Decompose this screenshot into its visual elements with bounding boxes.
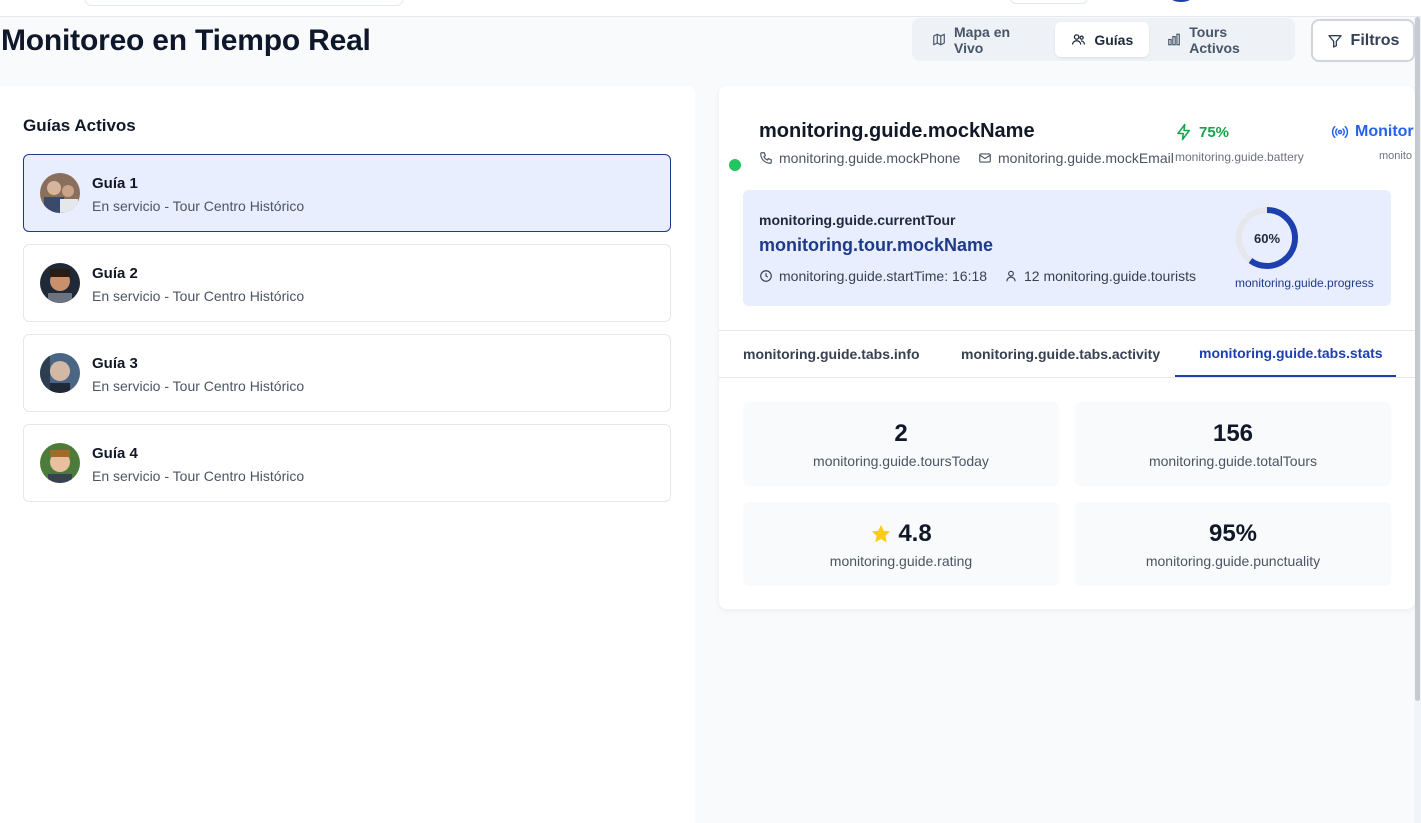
filters-label: Filtros	[1350, 31, 1400, 49]
filter-icon	[1327, 34, 1342, 48]
avatar	[40, 173, 80, 213]
guide-status: En servicio - Tour Centro Histórico	[92, 198, 305, 214]
online-status-dot	[729, 159, 741, 171]
monitor-indicator: Monitor	[1331, 123, 1414, 141]
monitor-value: Monitor	[1355, 123, 1414, 140]
avatar	[40, 353, 80, 393]
avatar	[40, 443, 80, 483]
stat-value: 2	[894, 420, 908, 447]
guide-phone-text: monitoring.guide.mockPhone	[779, 150, 961, 166]
current-tour-label: monitoring.guide.currentTour	[759, 212, 956, 228]
guide-name: Guía 4	[92, 445, 138, 462]
bar-chart-icon	[1168, 33, 1181, 46]
battery-indicator: 75%	[1175, 123, 1229, 141]
stat-value: 4.8	[898, 520, 932, 547]
tab-stats[interactable]: monitoring.guide.tabs.stats	[1175, 331, 1396, 377]
stat-label: monitoring.guide.rating	[829, 553, 973, 569]
battery-label: monitoring.guide.battery	[1175, 150, 1304, 164]
guide-detail-card: monitoring.guide.mockName monitoring.gui…	[719, 86, 1415, 609]
user-icon	[1006, 270, 1016, 282]
guide-email[interactable]: monitoring.guide.mockEmail	[978, 150, 1174, 166]
guide-email-text: monitoring.guide.mockEmail	[998, 150, 1174, 166]
stat-value: 95%	[1208, 520, 1258, 547]
tour-tourists: 12 monitoring.guide.tourists	[1004, 268, 1196, 284]
stat-total-tours: 156 monitoring.guide.totalTours	[1075, 402, 1391, 486]
users-icon	[1072, 34, 1086, 45]
guide-card-3[interactable]: Guía 3 En servicio - Tour Centro Históri…	[23, 334, 671, 412]
tab-info[interactable]: monitoring.guide.tabs.info	[743, 331, 920, 377]
guide-name: Guía 2	[92, 265, 138, 282]
page-title: Monitoreo en Tiempo Real	[1, 24, 371, 57]
search-input[interactable]	[84, 0, 404, 6]
top-bar	[0, 0, 1421, 17]
current-tour-name: monitoring.tour.mockName	[759, 235, 994, 255]
filters-button[interactable]: Filtros	[1311, 19, 1415, 62]
guide-card-2[interactable]: Guía 2 En servicio - Tour Centro Históri…	[23, 244, 671, 322]
star-icon	[872, 524, 891, 543]
guide-card-4[interactable]: Guía 4 En servicio - Tour Centro Históri…	[23, 424, 671, 502]
view-tabs: Mapa en Vivo Guías Tours Activos	[912, 18, 1295, 61]
tab-activity[interactable]: monitoring.guide.tabs.activity	[961, 331, 1160, 377]
guide-status: En servicio - Tour Centro Histórico	[92, 288, 305, 304]
guide-status: En servicio - Tour Centro Histórico	[92, 378, 305, 394]
guide-card-1[interactable]: Guía 1 En servicio - Tour Centro Históri…	[23, 154, 671, 232]
guide-status: En servicio - Tour Centro Histórico	[92, 468, 305, 484]
page-scrollbar[interactable]	[1414, 17, 1421, 823]
broadcast-icon	[1331, 126, 1349, 138]
top-bar-button[interactable]	[1010, 0, 1088, 4]
tab-active-tours[interactable]: Tours Activos	[1151, 22, 1291, 57]
phone-icon	[760, 152, 772, 164]
user-avatar[interactable]	[1170, 0, 1192, 2]
stat-punctuality: 95% monitoring.guide.punctuality	[1075, 502, 1391, 586]
tour-progress-label: monitoring.guide.progress	[1235, 276, 1374, 290]
stat-tours-today: 2 monitoring.guide.toursToday	[743, 402, 1059, 486]
detail-tabs: monitoring.guide.tabs.info monitoring.gu…	[719, 330, 1415, 378]
avatar	[40, 263, 80, 303]
current-tour-box: monitoring.guide.currentTour monitoring.…	[743, 190, 1391, 306]
tab-active-tours-label: Tours Activos	[1189, 23, 1240, 56]
tab-live-map[interactable]: Mapa en Vivo	[916, 22, 1053, 57]
scrollbar-thumb[interactable]	[1415, 17, 1420, 701]
tour-tourists-text: 12 monitoring.guide.tourists	[1024, 268, 1196, 284]
stat-label: monitoring.guide.toursToday	[813, 453, 989, 469]
tour-progress-value: 60%	[1253, 230, 1281, 246]
tab-guides[interactable]: Guías	[1055, 22, 1150, 57]
stat-value-row: 4.8	[743, 520, 1059, 548]
guide-detail-name: monitoring.guide.mockName	[759, 120, 1035, 142]
tour-start-time: monitoring.guide.startTime: 16:18	[759, 268, 987, 284]
monitor-label: monito	[1379, 150, 1413, 162]
stat-rating: 4.8 monitoring.guide.rating	[743, 502, 1059, 586]
stat-label: monitoring.guide.totalTours	[1148, 453, 1318, 469]
tab-guides-label: Guías	[1094, 31, 1134, 48]
stat-value: 156	[1212, 420, 1254, 447]
guide-name: Guía 1	[92, 175, 138, 192]
tab-live-map-label: Mapa en Vivo	[954, 23, 1011, 56]
lightning-icon	[1177, 123, 1190, 141]
active-guides-panel: Guías Activos Guía 1 En servicio - Tour …	[0, 86, 695, 823]
stat-label: monitoring.guide.punctuality	[1145, 553, 1321, 569]
active-guides-title: Guías Activos	[23, 116, 136, 135]
clock-icon	[760, 270, 772, 282]
tour-start-time-text: monitoring.guide.startTime: 16:18	[779, 268, 988, 284]
mail-icon	[979, 153, 991, 163]
map-icon	[933, 33, 945, 46]
battery-value: 75%	[1199, 123, 1230, 141]
guide-phone[interactable]: monitoring.guide.mockPhone	[759, 150, 960, 166]
guide-name: Guía 3	[92, 355, 138, 372]
